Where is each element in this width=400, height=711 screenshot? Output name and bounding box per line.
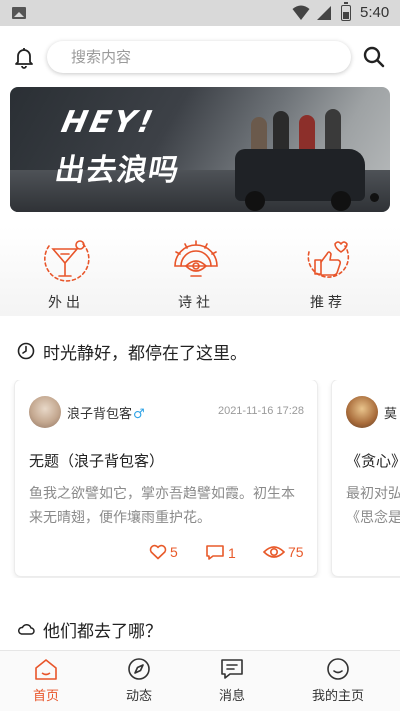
banner-page-indicator[interactable]: [370, 193, 379, 202]
post-title: 《贪心》: [346, 452, 400, 470]
post-author[interactable]: 浪子背包客♂: [67, 403, 145, 422]
banner-people-image: [245, 107, 355, 155]
tab-home[interactable]: 首页: [6, 657, 86, 704]
heart-icon: [149, 544, 167, 560]
tab-label: 首页: [32, 689, 59, 704]
banner-car-image: [235, 149, 365, 211]
tab-moments[interactable]: 动态: [99, 657, 179, 704]
status-bar: 5:40: [0, 0, 400, 26]
banner-headline: HEY!: [58, 105, 159, 140]
search-icon[interactable]: [362, 45, 386, 69]
post-stats: 5 1 75: [15, 544, 317, 564]
post-excerpt: 最初对弘《思念是: [346, 486, 400, 526]
section-header-posts: 时光静好，都停在了这里。: [17, 339, 247, 364]
quick-nav-poetry[interactable]: 诗社: [164, 232, 228, 312]
heart-thumbs-up-icon: [307, 241, 350, 278]
quick-nav-recommend[interactable]: 推荐: [296, 232, 360, 312]
status-time: 5:40: [360, 4, 390, 21]
tab-label: 动态: [125, 689, 152, 704]
search-input[interactable]: [47, 41, 351, 73]
eye-icon: [263, 546, 285, 558]
wifi-icon: [292, 5, 310, 20]
avatar[interactable]: [29, 396, 61, 428]
quick-nav-label: 推荐: [310, 295, 346, 311]
message-icon: [221, 659, 243, 679]
quick-nav-label: 诗社: [178, 295, 214, 311]
bell-icon[interactable]: [12, 45, 36, 69]
post-author[interactable]: 莫: [384, 403, 397, 422]
battery-icon: [341, 2, 351, 21]
tab-my-profile[interactable]: 我的主页: [298, 657, 378, 704]
comment-count: 1: [228, 544, 236, 561]
post-card[interactable]: 浪子背包客♂ 2021-11-16 17:28 无题（浪子背包客） 鱼我之欲譬如…: [15, 380, 317, 576]
fan-eye-icon: [174, 240, 218, 277]
section-title: 他们都去了哪？: [43, 621, 162, 642]
post-carousel[interactable]: 浪子背包客♂ 2021-11-16 17:28 无题（浪子背包客） 鱼我之欲譬如…: [0, 380, 400, 578]
post-excerpt: 鱼我之欲譬如它，掌亦吾趋譬如霞。初生本来无晴翅，便作壤雨重护花。: [29, 486, 295, 526]
quick-nav: 外出 诗社 推荐: [0, 226, 400, 316]
view-count-button[interactable]: 75: [263, 544, 304, 560]
banner-subheadline: 出去浪吗: [52, 153, 183, 188]
like-count: 5: [170, 544, 178, 560]
comment-button[interactable]: 1: [205, 544, 236, 561]
tab-label: 消息: [218, 689, 245, 704]
compass-icon: [128, 658, 150, 680]
gallery-notification-icon: [12, 7, 26, 19]
gender-male-icon: ♂: [133, 407, 145, 422]
quick-nav-label: 外出: [48, 295, 84, 311]
comment-icon: [206, 545, 224, 560]
quick-nav-outing[interactable]: 外出: [34, 232, 98, 312]
section-title: 时光静好，都停在了这里。: [43, 343, 247, 364]
tab-messages[interactable]: 消息: [192, 657, 272, 704]
cloud-icon: [17, 623, 35, 635]
cocktail-icon: [44, 240, 90, 282]
promo-banner[interactable]: HEY! 出去浪吗: [10, 87, 390, 212]
search-bar[interactable]: [47, 41, 351, 73]
section-header-places: 他们都去了哪？: [17, 617, 162, 642]
post-title: 无题（浪子背包客）: [29, 452, 165, 470]
view-count: 75: [288, 544, 304, 560]
tab-label: 我的主页: [311, 689, 364, 704]
clock-icon: [17, 342, 35, 360]
home-icon: [35, 659, 57, 680]
post-date: 2021-11-16 17:28: [217, 405, 304, 417]
avatar[interactable]: [346, 396, 378, 428]
signal-icon: [317, 6, 331, 20]
like-button[interactable]: 5: [149, 544, 178, 560]
bottom-nav: 首页 动态 消息 我的主页: [0, 650, 400, 711]
post-card[interactable]: 莫 《贪心》 最初对弘《思念是: [332, 380, 400, 576]
smile-icon: [327, 658, 349, 680]
